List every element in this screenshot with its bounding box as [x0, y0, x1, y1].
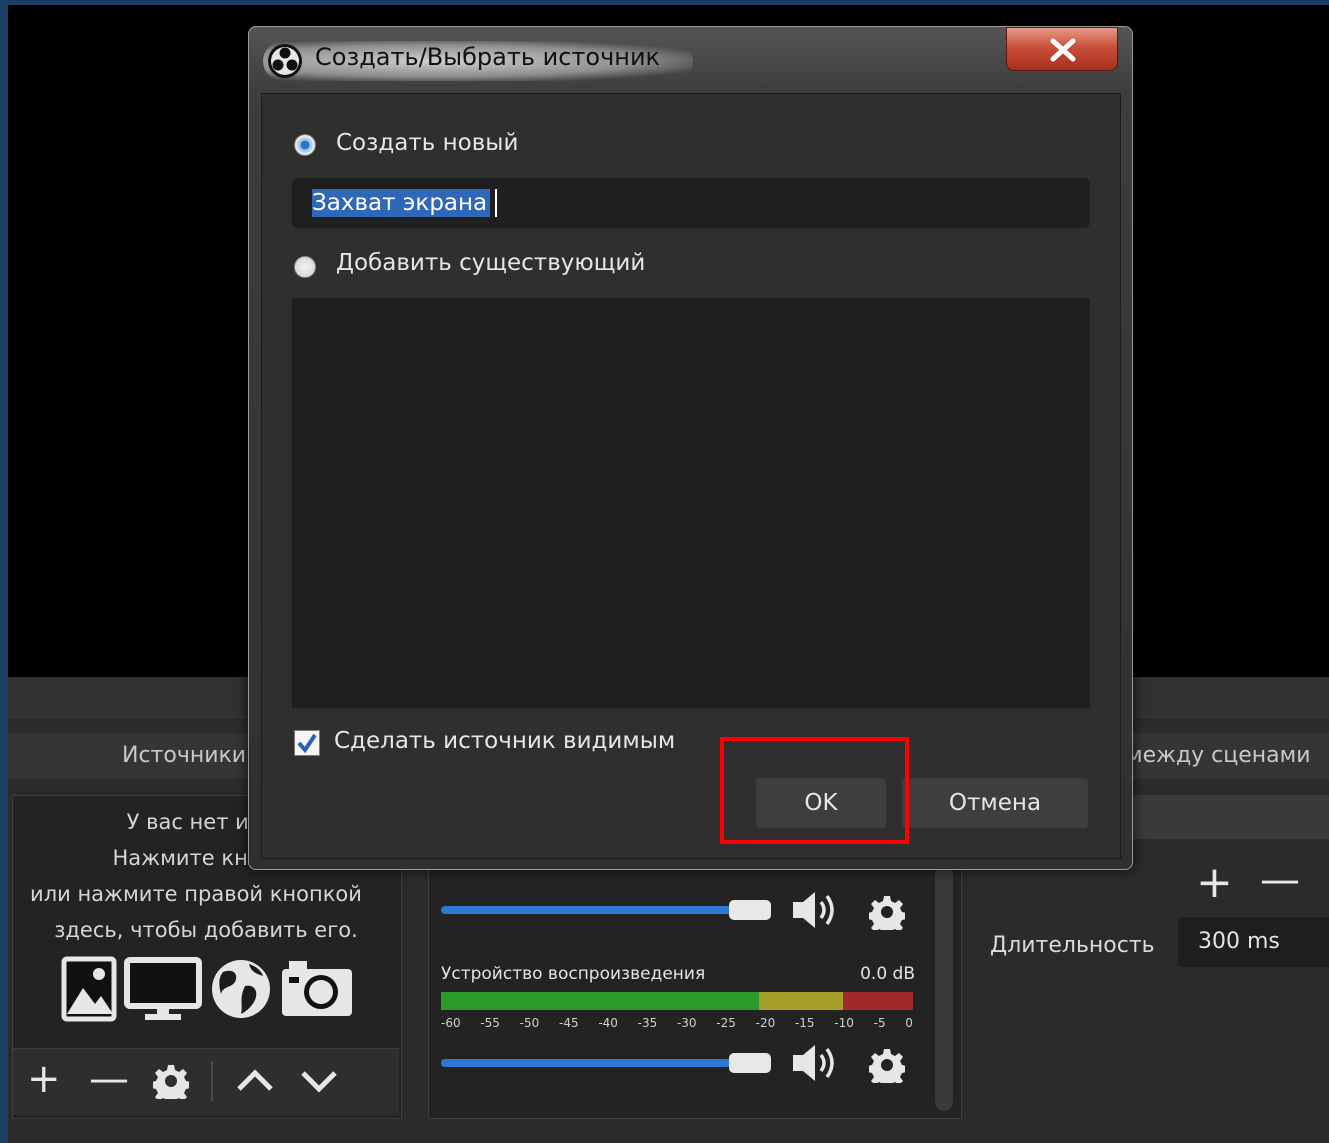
- camera-icon: [282, 961, 352, 1016]
- monitor-icon: [124, 957, 202, 1020]
- toolbar-separator: [211, 1061, 213, 1101]
- tick: -30: [676, 1016, 697, 1030]
- tick: -25: [716, 1016, 736, 1030]
- remove-source-button[interactable]: —: [89, 1059, 129, 1099]
- channel2-level-meter: [441, 992, 913, 1010]
- image-icon: [61, 956, 117, 1022]
- dialog-title: Создать/Выбрать источник: [315, 43, 661, 71]
- tick: -10: [834, 1016, 854, 1030]
- channel1-slider-handle[interactable]: [729, 900, 771, 920]
- create-select-source-dialog: Создать/Выбрать источник Создать новый З…: [248, 26, 1133, 870]
- tick: -55: [480, 1016, 500, 1030]
- duration-input[interactable]: 300 ms: [1178, 917, 1329, 967]
- channel2-name: Устройство воспроизведения: [441, 964, 706, 984]
- channel2-volume-slider[interactable]: [441, 1059, 731, 1067]
- dialog-content: Создать новый Захват экрана Добавить сущ…: [261, 93, 1121, 859]
- channel1-speaker-icon[interactable]: [791, 890, 843, 930]
- tick: -40: [598, 1016, 618, 1030]
- tick: -35: [637, 1016, 658, 1030]
- move-up-chevron-icon[interactable]: [235, 1069, 275, 1093]
- tick: -45: [558, 1016, 579, 1030]
- channel2-settings-gear-icon[interactable]: [869, 1047, 905, 1083]
- close-icon: [1050, 38, 1076, 62]
- channel2-slider-handle[interactable]: [729, 1053, 771, 1073]
- close-button[interactable]: [1006, 27, 1118, 71]
- source-name-input[interactable]: Захват экрана: [292, 178, 1090, 228]
- meter-scale: -60 -55 -50 -45 -40 -35 -30 -25 -20 -15 …: [441, 1016, 913, 1030]
- tick: -60: [441, 1016, 461, 1030]
- globe-icon: [212, 960, 270, 1018]
- checkmark-icon: [297, 733, 317, 754]
- remove-transition-button[interactable]: —: [1260, 857, 1300, 903]
- obs-logo-icon: [268, 44, 302, 78]
- meter-green-zone: [441, 992, 759, 1010]
- source-type-icons: [61, 956, 355, 1022]
- make-visible-checkbox[interactable]: [294, 730, 320, 756]
- channel2-speaker-icon[interactable]: [791, 1043, 843, 1083]
- cancel-button[interactable]: Отмена: [902, 778, 1088, 828]
- transitions-dock-title: между сценами: [1126, 743, 1311, 768]
- meter-yellow-zone: [759, 992, 843, 1010]
- sources-dock-title: Источники: [122, 743, 247, 768]
- add-source-button[interactable]: +: [27, 1059, 61, 1099]
- add-existing-label: Добавить существующий: [336, 250, 646, 276]
- add-existing-radio[interactable]: [294, 256, 316, 278]
- text-cursor: [495, 189, 497, 217]
- mixer-scrollbar[interactable]: [935, 866, 953, 1111]
- move-down-chevron-icon[interactable]: [299, 1069, 339, 1093]
- create-new-radio[interactable]: [294, 134, 316, 156]
- make-visible-label: Сделать источник видимым: [334, 728, 676, 754]
- tick: -15: [794, 1016, 815, 1030]
- hint-line-4: здесь, чтобы добавить его.: [54, 918, 358, 942]
- existing-sources-list[interactable]: [292, 298, 1090, 708]
- tick: 0: [905, 1016, 913, 1030]
- sources-toolbar: + —: [13, 1048, 399, 1115]
- add-transition-button[interactable]: +: [1196, 857, 1233, 908]
- create-new-label: Создать новый: [336, 130, 519, 156]
- source-properties-gear-icon[interactable]: [153, 1063, 189, 1099]
- duration-label: Длительность: [990, 933, 1155, 958]
- ok-button-highlight: [720, 737, 909, 844]
- tick: -20: [755, 1016, 776, 1030]
- source-name-value: Захват экрана: [312, 189, 491, 217]
- hint-line-3: или нажмите правой кнопкой: [30, 882, 362, 906]
- channel1-volume-slider[interactable]: [441, 906, 731, 914]
- tick: -5: [873, 1016, 886, 1030]
- channel1-settings-gear-icon[interactable]: [869, 894, 905, 930]
- meter-red-zone: [843, 992, 913, 1010]
- channel2-db: 0.0 dB: [860, 964, 915, 984]
- tick: -50: [519, 1016, 540, 1030]
